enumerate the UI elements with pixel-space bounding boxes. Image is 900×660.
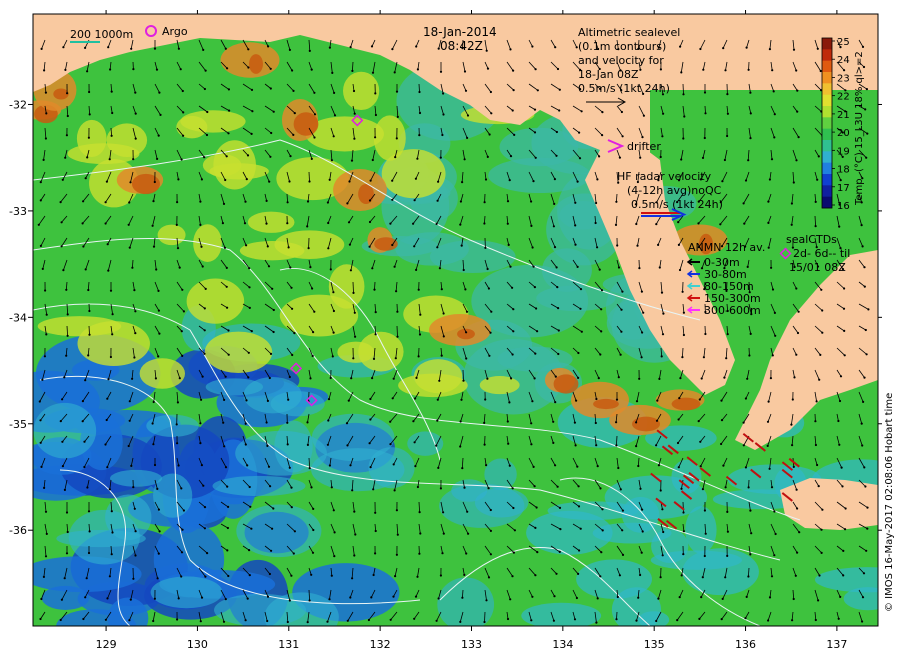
y-tick-label: -34 xyxy=(9,311,27,324)
colorbar-tick-label: 19 xyxy=(837,146,850,157)
x-tick-label: 135 xyxy=(644,638,665,651)
map-time: 08:42Z xyxy=(440,39,483,53)
colorbar-tick-label: 17 xyxy=(837,183,850,194)
y-tick-label: -35 xyxy=(9,418,27,431)
svg-text:and velocity for: and velocity for xyxy=(578,54,664,67)
map-date: 18-Jan-2014 xyxy=(423,25,497,39)
svg-text:15/01 08Z: 15/01 08Z xyxy=(789,261,846,274)
x-tick-label: 129 xyxy=(96,638,117,651)
y-tick-label: -36 xyxy=(9,524,27,537)
credit-text: © IMOS 16-May-2017 02:08:06 Hobart time xyxy=(884,393,895,612)
colorbar-tick-label: 22 xyxy=(837,92,850,103)
x-tick-label: 133 xyxy=(461,638,482,651)
colorbar-tick-label: 21 xyxy=(837,110,850,121)
colorbar-tick-label: 18 xyxy=(837,165,850,176)
x-tick-label: 136 xyxy=(735,638,756,651)
x-tick-label: 137 xyxy=(826,638,847,651)
svg-text:ANMN 12h av.: ANMN 12h av. xyxy=(688,241,765,254)
x-tick-label: 131 xyxy=(278,638,299,651)
drifter-legend-label: drifter xyxy=(627,140,661,153)
svg-text:18-Jan 08Z: 18-Jan 08Z xyxy=(578,68,639,81)
colorbar-tick-label: 25 xyxy=(837,37,850,48)
svg-text:2d- 6d-- til: 2d- 6d-- til xyxy=(793,247,850,260)
x-tick-label: 134 xyxy=(552,638,573,651)
y-tick-label: -32 xyxy=(9,98,27,111)
svg-text:(0.1m contours): (0.1m contours) xyxy=(578,40,666,53)
colorbar-tick-label: 20 xyxy=(837,128,850,139)
x-tick-label: 130 xyxy=(187,638,208,651)
colorbar-tick-label: 23 xyxy=(837,73,850,84)
colorbar-tick-label: 16 xyxy=(837,201,850,212)
colorbar-label: Temp. (°C) 15_L3U 18% ql>=2 xyxy=(854,51,865,206)
svg-text:(4-12h avg)noQC: (4-12h avg)noQC xyxy=(627,184,722,197)
scale-bar-label: 200 1000m xyxy=(70,28,133,41)
x-tick-label: 132 xyxy=(370,638,391,651)
svg-text:300-600m: 300-600m xyxy=(704,304,761,317)
argo-legend-label: Argo xyxy=(162,25,188,38)
y-tick-label: -33 xyxy=(9,205,27,218)
colorbar-tick-label: 24 xyxy=(837,55,850,66)
svg-text:HF radar velocity: HF radar velocity xyxy=(617,170,712,183)
svg-text:Altimetric sealevel: Altimetric sealevel xyxy=(578,26,680,39)
svg-text:0.5m/s (1kt 24h): 0.5m/s (1kt 24h) xyxy=(631,198,723,211)
svg-text:0.5m/s (1kt 24h): 0.5m/s (1kt 24h) xyxy=(578,82,670,95)
svg-text:sealCTDs: sealCTDs xyxy=(786,233,837,246)
sst-map: 129 130 131 132 133 134 135 136 137 -32 -33 -34 -35… xyxy=(9,10,895,651)
